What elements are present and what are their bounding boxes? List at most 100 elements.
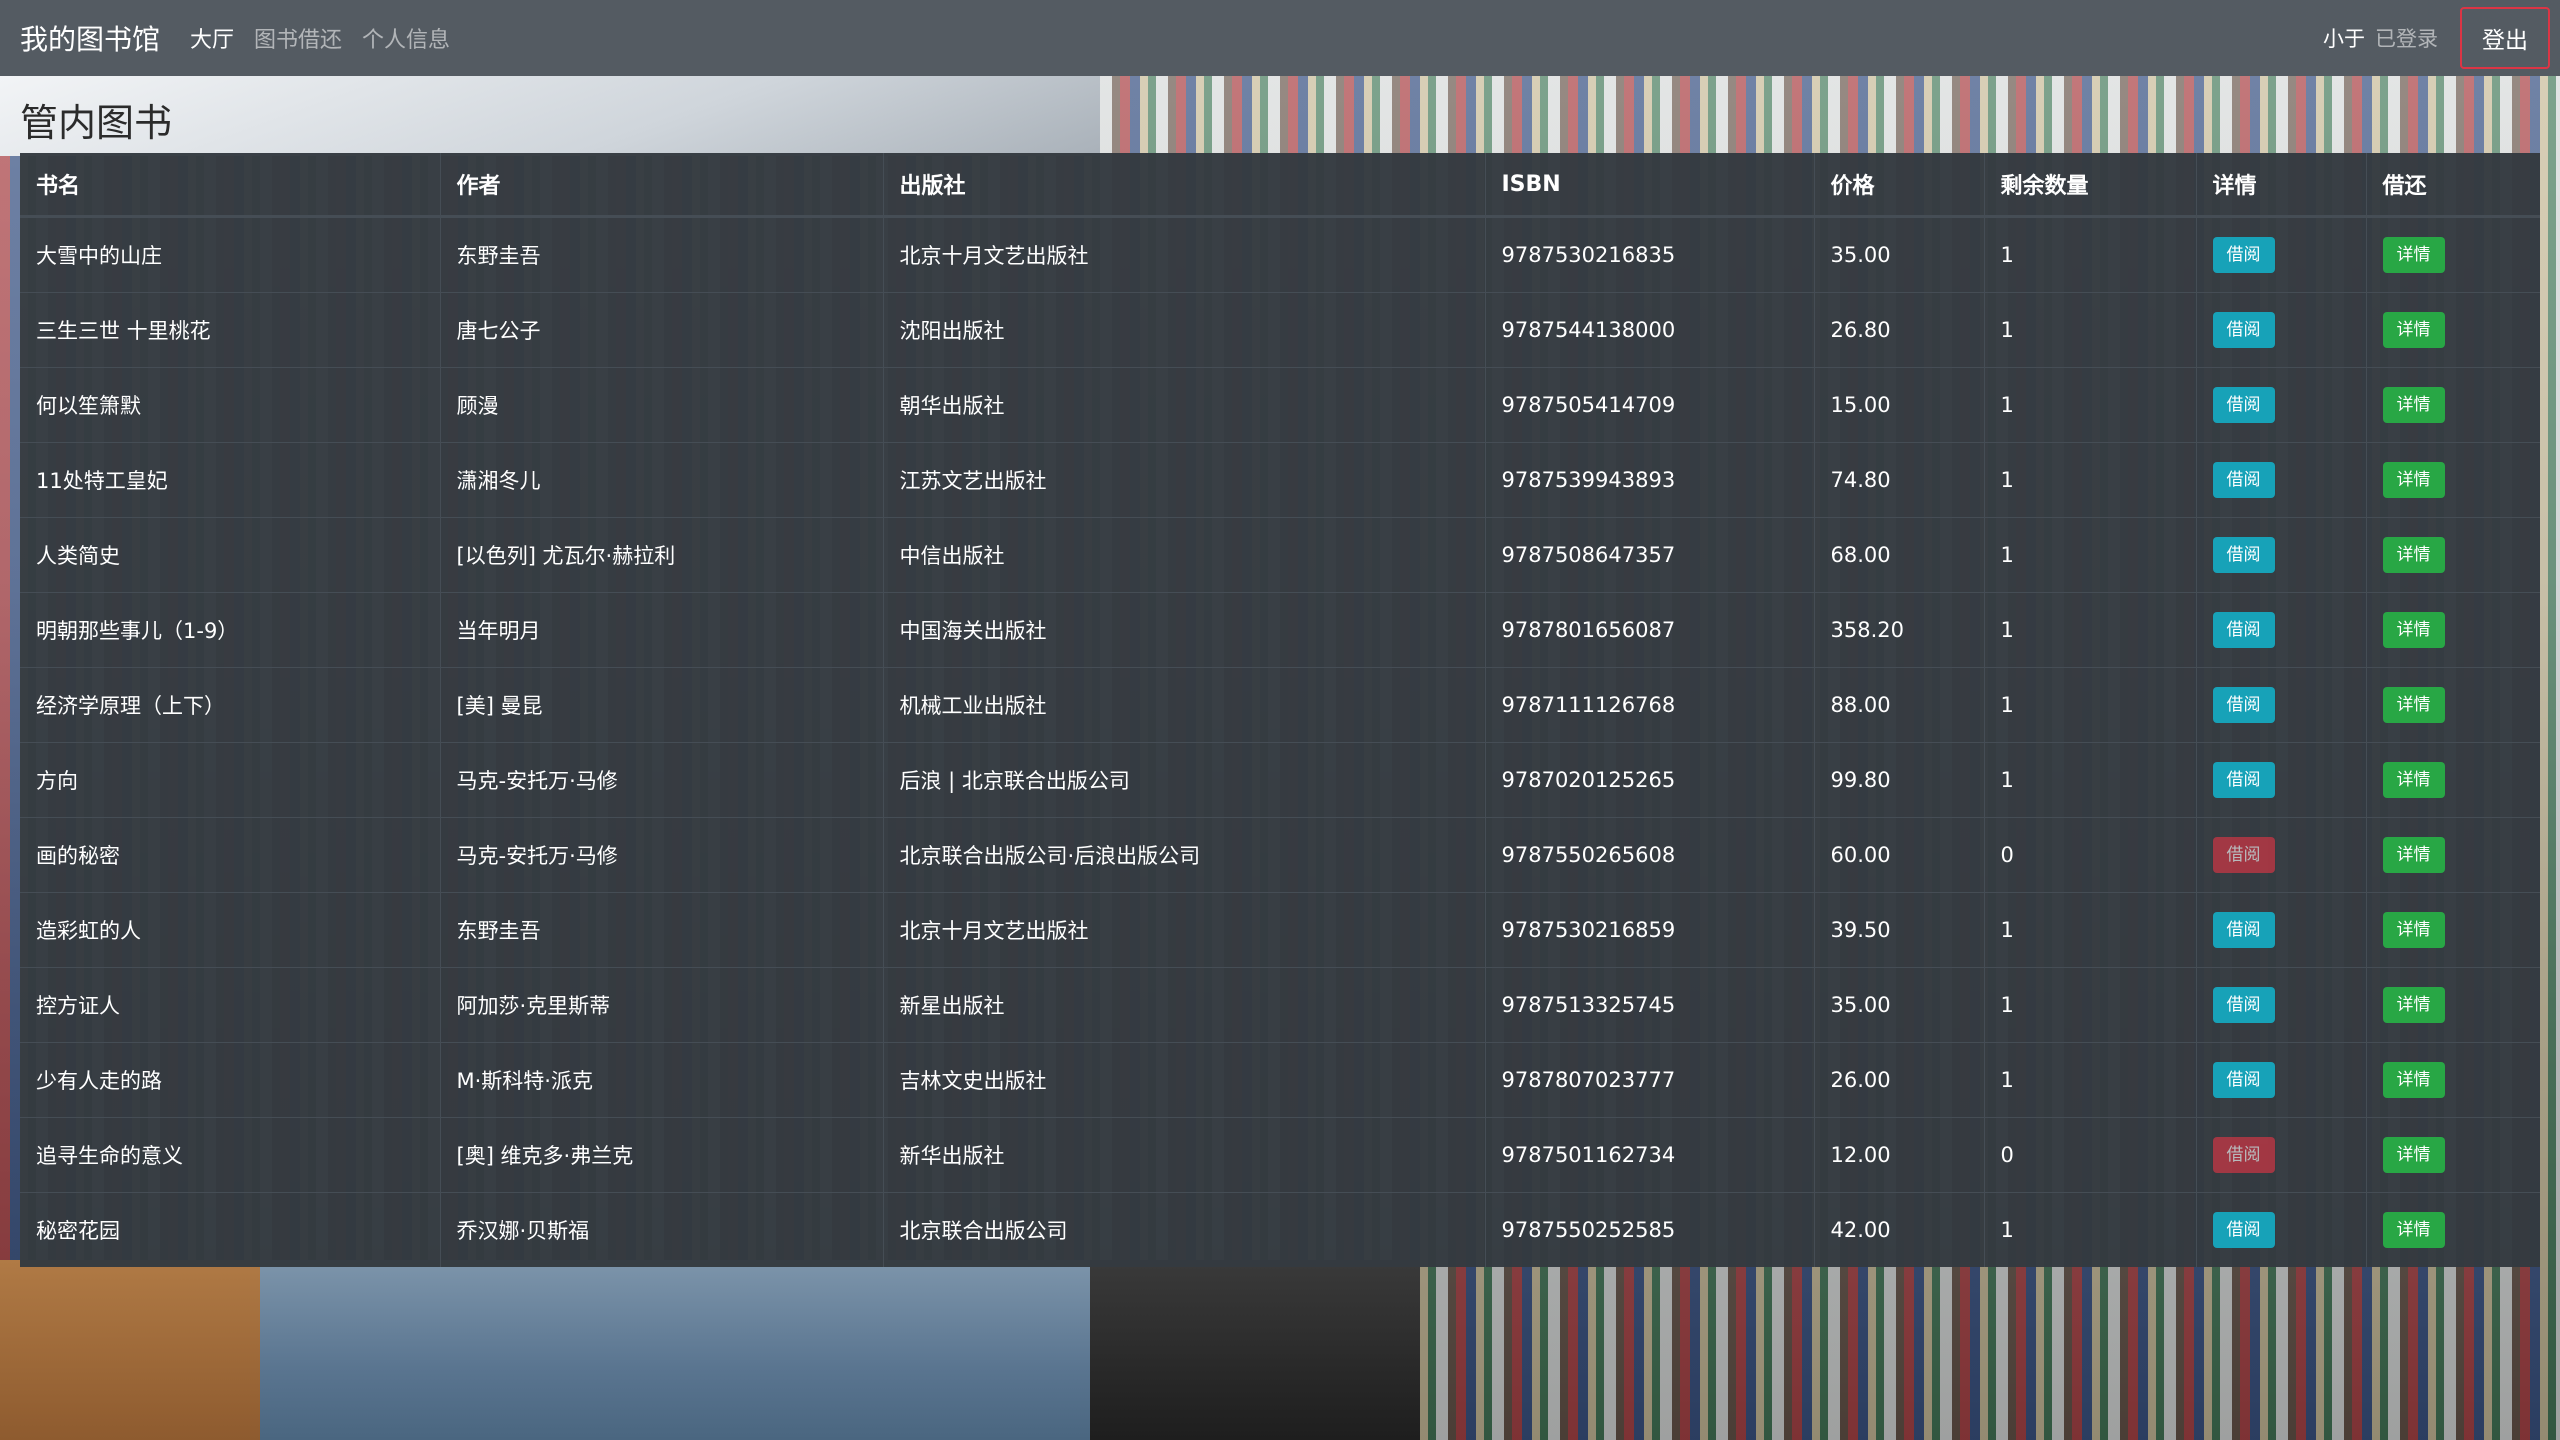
borrow-button[interactable]: 借阅 <box>2212 536 2275 574</box>
borrow-cell: 借阅 <box>2196 1192 2367 1267</box>
table-row: 明朝那些事儿（1-9） 当年明月 中国海关出版社 9787801656087 358.2… <box>20 592 2540 668</box>
detail-cell: 详情 <box>2366 892 2540 968</box>
borrow-cell: 借阅 <box>2196 667 2367 743</box>
detail-button[interactable]: 详情 <box>2382 536 2445 574</box>
table-row: 画的秘密 马克-安托万·马修 北京联合出版公司·后浪出版公司 978755026560… <box>20 817 2540 893</box>
author-cell: 东野圭吾 <box>440 216 884 293</box>
price-cell: 68.00 <box>1814 517 1985 593</box>
borrow-cell: 借阅 <box>2196 1117 2367 1193</box>
publisher-cell: 沈阳出版社 <box>883 292 1486 368</box>
publisher-cell: 新星出版社 <box>883 967 1486 1043</box>
borrow-button: 借阅 <box>2212 836 2275 874</box>
detail-cell: 详情 <box>2366 667 2540 743</box>
detail-cell: 详情 <box>2366 216 2540 293</box>
table-row: 追寻生命的意义 [奥] 维克多·弗兰克 新华出版社 9787501162734 12.0… <box>20 1117 2540 1193</box>
detail-cell: 详情 <box>2366 442 2540 518</box>
detail-button[interactable]: 详情 <box>2382 836 2445 874</box>
author-cell: 阿加莎·克里斯蒂 <box>440 967 884 1043</box>
detail-button[interactable]: 详情 <box>2382 761 2445 799</box>
logout-button[interactable]: 登出 <box>2460 7 2550 69</box>
detail-button[interactable]: 详情 <box>2382 986 2445 1024</box>
price-cell: 12.00 <box>1814 1117 1985 1193</box>
isbn-cell: 9787530216859 <box>1485 892 1815 968</box>
isbn-cell: 9787505414709 <box>1485 367 1815 443</box>
detail-button[interactable]: 详情 <box>2382 686 2445 724</box>
detail-cell: 详情 <box>2366 742 2540 818</box>
remaining-cell: 0 <box>1984 817 2197 893</box>
borrow-button[interactable]: 借阅 <box>2212 1061 2275 1099</box>
nav-link-profile[interactable]: 个人信息 <box>362 22 450 54</box>
borrow-button[interactable]: 借阅 <box>2212 311 2275 349</box>
borrow-cell: 借阅 <box>2196 1042 2367 1118</box>
detail-button[interactable]: 详情 <box>2382 911 2445 949</box>
background-floor <box>0 1260 1090 1440</box>
author-cell: 当年明月 <box>440 592 884 668</box>
detail-button[interactable]: 详情 <box>2382 386 2445 424</box>
isbn-cell: 9787550265608 <box>1485 817 1815 893</box>
detail-button[interactable]: 详情 <box>2382 236 2445 274</box>
author-cell: [美] 曼昆 <box>440 667 884 743</box>
detail-button[interactable]: 详情 <box>2382 1061 2445 1099</box>
detail-button[interactable]: 详情 <box>2382 1136 2445 1174</box>
borrow-button[interactable]: 借阅 <box>2212 911 2275 949</box>
table-header-row: 书名 作者 出版社 ISBN 价格 剩余数量 详情 借还 <box>20 153 2540 218</box>
page-title: 管内图书 <box>20 101 173 145</box>
publisher-cell: 朝华出版社 <box>883 367 1486 443</box>
nav-link-hall[interactable]: 大厅 <box>190 22 234 54</box>
price-cell: 99.80 <box>1814 742 1985 818</box>
isbn-cell: 9787550252585 <box>1485 1192 1815 1267</box>
detail-button[interactable]: 详情 <box>2382 1211 2445 1249</box>
header-borrow-return: 借还 <box>2366 153 2540 218</box>
price-cell: 358.20 <box>1814 592 1985 668</box>
borrow-cell: 借阅 <box>2196 367 2367 443</box>
book-title-cell: 三生三世 十里桃花 <box>20 292 441 368</box>
borrow-button[interactable]: 借阅 <box>2212 986 2275 1024</box>
detail-button[interactable]: 详情 <box>2382 611 2445 649</box>
borrow-button[interactable]: 借阅 <box>2212 761 2275 799</box>
borrow-button[interactable]: 借阅 <box>2212 686 2275 724</box>
borrow-button[interactable]: 借阅 <box>2212 611 2275 649</box>
detail-cell: 详情 <box>2366 517 2540 593</box>
table-row: 人类简史 [以色列] 尤瓦尔·赫拉利 中信出版社 9787508647357 68.00… <box>20 517 2540 593</box>
books-table-container: 书名 作者 出版社 ISBN 价格 剩余数量 详情 借还 大雪中的山庄 东野圭吾北… <box>20 153 2540 1267</box>
borrow-button[interactable]: 借阅 <box>2212 386 2275 424</box>
borrow-button[interactable]: 借阅 <box>2212 461 2275 499</box>
isbn-cell: 9787508647357 <box>1485 517 1815 593</box>
table-row: 秘密花园 乔汉娜·贝斯福 北京联合出版公司 9787550252585 42.00 1 借阅… <box>20 1192 2540 1267</box>
remaining-cell: 1 <box>1984 517 2197 593</box>
author-cell: 唐七公子 <box>440 292 884 368</box>
detail-button[interactable]: 详情 <box>2382 461 2445 499</box>
publisher-cell: 后浪 | 北京联合出版公司 <box>883 742 1486 818</box>
publisher-cell: 机械工业出版社 <box>883 667 1486 743</box>
header-isbn: ISBN <box>1485 153 1815 218</box>
book-title-cell: 何以笙箫默 <box>20 367 441 443</box>
publisher-cell: 北京联合出版公司·后浪出版公司 <box>883 817 1486 893</box>
table-body: 大雪中的山庄 东野圭吾 北京十月文艺出版社 9787530216835 35.00 1 借阅… <box>20 216 2540 1267</box>
borrow-button[interactable]: 借阅 <box>2212 236 2275 274</box>
remaining-cell: 1 <box>1984 967 2197 1043</box>
borrow-button[interactable]: 借阅 <box>2212 1211 2275 1249</box>
borrow-button: 借阅 <box>2212 1136 2275 1174</box>
remaining-cell: 1 <box>1984 442 2197 518</box>
author-cell: 马克-安托万·马修 <box>440 817 884 893</box>
table-row: 何以笙箫默 顾漫 朝华出版社 9787505414709 15.00 1 借阅 详情 <box>20 367 2540 443</box>
publisher-cell: 北京联合出版公司 <box>883 1192 1486 1267</box>
borrow-cell: 借阅 <box>2196 292 2367 368</box>
detail-cell: 详情 <box>2366 1117 2540 1193</box>
isbn-cell: 9787801656087 <box>1485 592 1815 668</box>
nav-link-borrow-return[interactable]: 图书借还 <box>254 22 342 54</box>
nav-links: 大厅 图书借还 个人信息 <box>190 22 450 54</box>
header-title: 书名 <box>20 153 441 218</box>
author-cell: 顾漫 <box>440 367 884 443</box>
borrow-cell: 借阅 <box>2196 592 2367 668</box>
borrow-cell: 借阅 <box>2196 216 2367 293</box>
header-price: 价格 <box>1814 153 1985 218</box>
detail-button[interactable]: 详情 <box>2382 311 2445 349</box>
author-cell: 东野圭吾 <box>440 892 884 968</box>
book-title-cell: 秘密花园 <box>20 1192 441 1267</box>
remaining-cell: 1 <box>1984 1042 2197 1118</box>
publisher-cell: 北京十月文艺出版社 <box>883 892 1486 968</box>
borrow-cell: 借阅 <box>2196 817 2367 893</box>
table-row: 控方证人 阿加莎·克里斯蒂 新星出版社 9787513325745 35.00 1 借阅 详情 <box>20 967 2540 1043</box>
brand-title[interactable]: 我的图书馆 <box>20 18 160 58</box>
